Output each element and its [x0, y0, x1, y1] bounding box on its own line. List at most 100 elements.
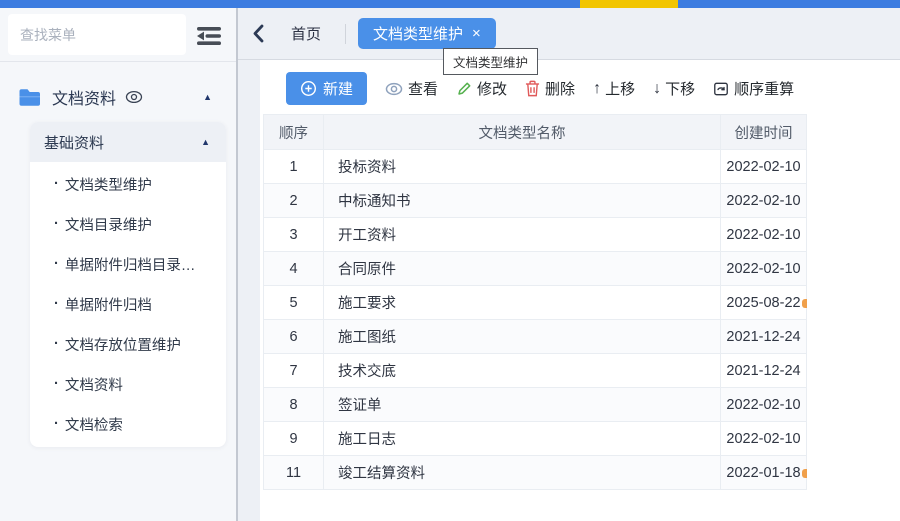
edit-button[interactable]: 修改	[456, 78, 507, 99]
sidebar: 文档资料 ▲ 基础资料 ▲ · 文档类型维护 ·文档目录维护 · 单据附件归档目录… · 单…	[0, 8, 238, 521]
bullet-icon: ·	[54, 416, 59, 432]
cell-created-time: 2022-02-10	[721, 218, 807, 252]
cell-doc-type-name: 中标通知书	[324, 184, 721, 218]
view-eye-icon	[385, 82, 403, 96]
table-row[interactable]: 4合同原件2022-02-10	[264, 252, 807, 286]
table-row[interactable]: 2中标通知书2022-02-10	[264, 184, 807, 218]
cell-doc-type-name: 施工日志	[324, 422, 721, 456]
move-down-label: 下移	[665, 78, 695, 99]
recalc-order-button[interactable]: 顺序重算	[713, 78, 794, 99]
sidebar-menu-item[interactable]: ·文档目录维护	[30, 204, 226, 244]
cell-doc-type-name: 竣工结算资料	[324, 456, 721, 490]
sidebar-menu-item-label: 文档检索	[65, 414, 123, 435]
edit-label: 修改	[477, 78, 507, 99]
truncated-orange-marker	[802, 299, 807, 308]
cell-doc-type-name: 施工图纸	[324, 320, 721, 354]
cell-doc-type-name: 投标资料	[324, 150, 721, 184]
cell-order: 4	[264, 252, 324, 286]
cell-created-time: 2021-12-24	[721, 320, 807, 354]
doc-type-table: 顺序 文档类型名称 创建时间 1投标资料2022-02-102中标通知书2022…	[263, 114, 807, 490]
tab-divider	[345, 24, 346, 44]
table-row[interactable]: 11竣工结算资料2022-01-18	[264, 456, 807, 490]
circle-plus-icon	[300, 80, 317, 97]
toolbar: 新建 查看	[286, 72, 900, 105]
collapse-sidebar-icon[interactable]	[194, 24, 224, 48]
table-row[interactable]: 3开工资料2022-02-10	[264, 218, 807, 252]
bullet-icon: ·	[54, 176, 59, 192]
cell-order: 5	[264, 286, 324, 320]
cell-order: 3	[264, 218, 324, 252]
cell-doc-type-name: 技术交底	[324, 354, 721, 388]
top-accent-yellow-segment	[580, 0, 678, 8]
new-button[interactable]: 新建	[286, 72, 367, 105]
move-down-button[interactable]: ↓ 下移	[653, 78, 695, 99]
sidebar-menu-item-label: 文档存放位置维护	[65, 334, 181, 355]
cell-order: 9	[264, 422, 324, 456]
table-row[interactable]: 8签证单2022-02-10	[264, 388, 807, 422]
table-row[interactable]: 7技术交底2021-12-24	[264, 354, 807, 388]
folder-icon	[18, 88, 41, 107]
sidebar-menu-item[interactable]: · 单据附件归档目录…	[30, 244, 226, 284]
view-label: 查看	[408, 78, 438, 99]
tab-doc-type-maintenance[interactable]: 文档类型维护 ×	[358, 18, 496, 49]
sidebar-menu-item[interactable]: · 文档检索	[30, 404, 226, 444]
move-up-button[interactable]: ↑ 上移	[593, 78, 635, 99]
cell-order: 7	[264, 354, 324, 388]
view-button[interactable]: 查看	[385, 78, 438, 99]
active-tab-label: 文档类型维护	[373, 23, 463, 44]
sidebar-item-docs-root[interactable]: 文档资料 ▲	[0, 79, 236, 115]
tab-tooltip: 文档类型维护	[443, 48, 538, 75]
eye-icon	[125, 90, 143, 104]
bullet-icon: ·	[54, 376, 59, 392]
tab-close-icon[interactable]: ×	[472, 26, 481, 41]
sidebar-menu-list: · 文档类型维护 ·文档目录维护 · 单据附件归档目录… · 单据附件归档 · 文档存放位置维护…	[30, 162, 226, 444]
table-row[interactable]: 1投标资料2022-02-10	[264, 150, 807, 184]
recalc-label: 顺序重算	[734, 78, 794, 99]
table-row[interactable]: 5施工要求2025-08-22	[264, 286, 807, 320]
content-panel: 新建 查看	[260, 60, 900, 521]
back-chevron-icon[interactable]	[252, 24, 264, 43]
sidebar-menu-item[interactable]: · 文档资料	[30, 364, 226, 404]
sidebar-menu-item[interactable]: · 单据附件归档	[30, 284, 226, 324]
cell-order: 6	[264, 320, 324, 354]
sidebar-menu-item-label: 单据附件归档目录…	[65, 254, 196, 275]
sidebar-menu-item-label: 单据附件归档	[65, 294, 152, 315]
bullet-icon: ·	[54, 336, 59, 352]
cell-doc-type-name: 开工资料	[324, 218, 721, 252]
recalc-icon	[713, 81, 729, 97]
cell-created-time: 2022-02-10	[721, 422, 807, 456]
main-area: 首页 文档类型维护 × 文档类型维护 新建	[238, 8, 900, 521]
cell-order: 11	[264, 456, 324, 490]
tab-bar: 首页 文档类型维护 ×	[238, 8, 900, 60]
cell-order: 8	[264, 388, 324, 422]
cell-created-time: 2022-01-18	[721, 456, 807, 490]
delete-label: 删除	[545, 78, 575, 99]
cell-created-time: 2022-02-10	[721, 150, 807, 184]
sidebar-menu-item[interactable]: · 文档存放位置维护	[30, 324, 226, 364]
cell-created-time: 2022-02-10	[721, 184, 807, 218]
collapse-arrow-icon[interactable]: ▲	[201, 137, 210, 147]
col-header-name: 文档类型名称	[324, 115, 721, 150]
bullet-icon: ·	[54, 256, 59, 272]
tab-home[interactable]: 首页	[291, 23, 321, 44]
table-row[interactable]: 6施工图纸2021-12-24	[264, 320, 807, 354]
arrow-down-icon: ↓	[653, 80, 661, 98]
sidebar-group-basic[interactable]: 基础资料 ▲	[30, 122, 226, 162]
collapse-arrow-icon[interactable]: ▲	[203, 92, 212, 102]
delete-button[interactable]: 删除	[525, 78, 575, 99]
truncated-orange-marker	[802, 469, 807, 478]
sidebar-menu-item[interactable]: · 文档类型维护	[30, 164, 226, 204]
sidebar-menu-item-label: 文档资料	[65, 374, 123, 395]
sidebar-group-label: 基础资料	[44, 132, 104, 153]
cell-doc-type-name: 施工要求	[324, 286, 721, 320]
cell-created-time: 2025-08-22	[721, 286, 807, 320]
app-window: 文档资料 ▲ 基础资料 ▲ · 文档类型维护 ·文档目录维护 · 单据附件归档目录… · 单…	[0, 0, 900, 521]
search-input[interactable]	[8, 14, 186, 55]
table-header-row: 顺序 文档类型名称 创建时间	[264, 115, 807, 150]
cell-created-time: 2022-02-10	[721, 388, 807, 422]
table-row[interactable]: 9施工日志2022-02-10	[264, 422, 807, 456]
bullet-icon: ·	[54, 296, 59, 312]
arrow-up-icon: ↑	[593, 80, 601, 98]
cell-created-time: 2022-02-10	[721, 252, 807, 286]
sidebar-menu-item-label: 文档类型维护	[65, 174, 152, 195]
